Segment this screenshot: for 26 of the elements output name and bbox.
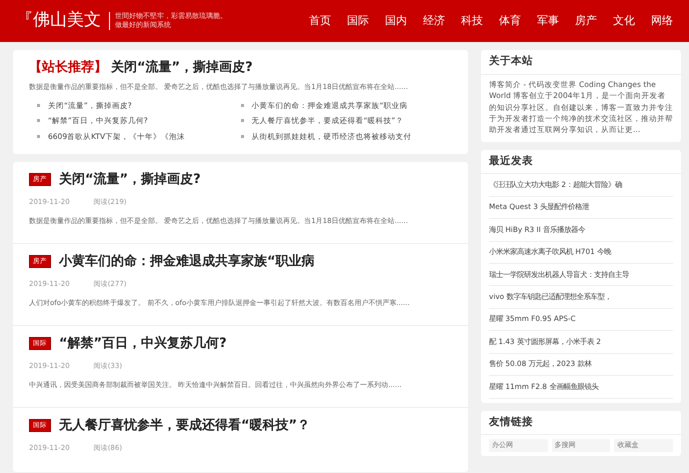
nav-link[interactable]: 军事: [537, 12, 559, 30]
bullet-icon: [37, 119, 40, 122]
bullet-icon: [37, 134, 40, 138]
panel-title: 关于本站: [481, 50, 681, 75]
nav-link[interactable]: 网络: [651, 12, 673, 30]
nav-link[interactable]: 国内: [385, 12, 407, 30]
bullet-icon: [240, 119, 244, 122]
nav-link[interactable]: 国际: [347, 12, 369, 30]
panel-title: 最近发表: [481, 150, 681, 174]
article-title[interactable]: 关闭“流量”，撕掉画皮?: [59, 170, 201, 190]
site-logo[interactable]: 『佛山美文: [16, 8, 101, 34]
bullet-icon: [37, 104, 40, 108]
nav-link[interactable]: 经济: [423, 12, 445, 30]
bullet-icon: [240, 104, 244, 108]
article-title[interactable]: 无人餐厅喜忧参半，要成还得看“暖科技”？: [59, 416, 310, 436]
nav-link[interactable]: 文化: [613, 12, 635, 30]
article-title[interactable]: “解禁”百日，中兴复苏几何?: [59, 334, 227, 354]
panel-title: 友情链接: [481, 410, 681, 436]
article-title[interactable]: 小黄车们的命：押金难退成共享家族“职业病: [59, 252, 315, 272]
nav-link[interactable]: 体育: [499, 12, 521, 30]
nav-link[interactable]: 科技: [461, 12, 483, 30]
nav-link[interactable]: 房产: [575, 12, 597, 30]
recommend-tag: 【站长推荐】: [29, 58, 107, 78]
featured-title[interactable]: 关闭“流量”，撕掉画皮?: [111, 58, 253, 78]
nav-link[interactable]: 首页: [309, 12, 331, 30]
bullet-icon: [240, 134, 244, 138]
